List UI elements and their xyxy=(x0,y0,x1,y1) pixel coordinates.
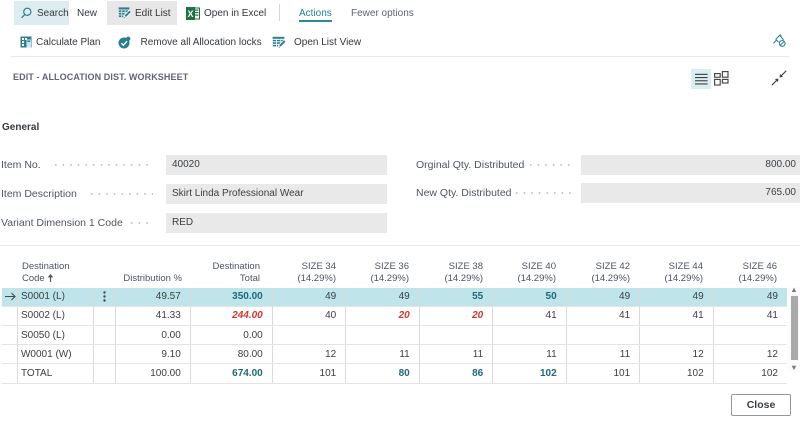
svg-text:X: X xyxy=(187,9,193,19)
